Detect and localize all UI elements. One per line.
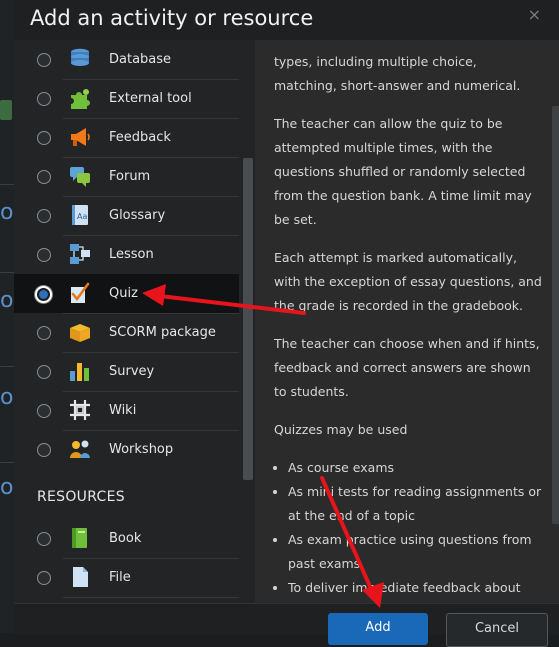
backdrop-divider [0,272,14,273]
feedback-icon [71,128,90,146]
option-label: Database [109,52,172,67]
backdrop-divider [0,462,14,463]
forum-icon [70,167,90,187]
option-label: Lesson [109,247,154,262]
option-workshop[interactable]: Workshop [14,430,246,469]
cancel-button[interactable]: Cancel [446,613,548,647]
option-file[interactable]: File [14,558,246,597]
backdrop-divider [0,184,14,185]
options-list[interactable]: Database External tool Feedback Forum Aa… [14,40,255,603]
survey-icon [70,363,89,381]
workshop-icon [70,440,90,458]
option-label: Survey [109,364,155,379]
help-paragraph: types, including multiple choice, matchi… [274,54,521,93]
book-icon [72,528,87,548]
activity-chooser-dialog: Add an activity or resource × Database E… [14,0,559,647]
radio-button[interactable] [37,404,51,418]
option-label: SCORM package [109,325,216,340]
close-icon[interactable]: × [528,5,541,24]
list-item: As exam practice using questions from pa… [288,528,542,576]
backdrop-text-fragment: op [0,475,14,500]
option-label: File [109,570,131,585]
lesson-icon [70,244,90,264]
database-icon [71,48,89,66]
option-label: Glossary [109,208,166,223]
option-forum[interactable]: Forum [14,157,246,196]
help-use-list: As course exams As mini tests for readin… [274,456,542,600]
radio-button[interactable] [37,131,51,145]
option-book[interactable]: Book [14,519,246,558]
quiz-icon [71,282,90,303]
option-label: Forum [109,169,151,184]
help-scrollbar-thumb[interactable] [552,106,559,524]
help-paragraph: Each attempt is marked automatically, wi… [274,250,542,313]
dialog-footer: Add Cancel [14,603,559,647]
option-external-tool[interactable]: External tool [14,79,246,118]
wiki-icon [70,400,90,420]
radio-button-selected[interactable] [35,286,52,303]
radio-button[interactable] [37,443,51,457]
option-quiz[interactable]: Quiz [14,274,240,313]
option-label: Workshop [109,442,174,457]
option-lesson[interactable]: Lesson [14,235,246,274]
radio-button[interactable] [37,92,51,106]
list-divider [63,597,246,598]
radio-button[interactable] [37,326,51,340]
help-paragraph: The teacher can choose when and if hints… [274,336,540,399]
backdrop-text-fragment: op [0,288,14,313]
radio-button[interactable] [37,170,51,184]
radio-button[interactable] [37,532,51,546]
option-scorm-package[interactable]: SCORM package [14,313,246,352]
radio-button[interactable] [37,365,51,379]
dialog-header: Add an activity or resource × [14,0,559,41]
file-icon [73,567,88,587]
list-item: As course exams [288,456,542,480]
list-item: As mini tests for reading assignments or… [288,480,542,528]
help-paragraph: Quizzes may be used [274,422,408,437]
option-database[interactable]: Database [14,40,246,79]
svg-text:Aa: Aa [77,212,87,221]
option-label: Feedback [109,130,171,145]
option-survey[interactable]: Survey [14,352,246,391]
help-text: types, including multiple choice, matchi… [274,50,542,600]
option-label: Wiki [109,403,137,418]
help-description-pane: types, including multiple choice, matchi… [255,40,559,603]
option-feedback[interactable]: Feedback [14,118,246,157]
option-label: External tool [109,91,192,106]
external-tool-icon [71,89,90,109]
scorm-package-icon [70,324,90,342]
option-glossary[interactable]: Aa Glossary [14,196,246,235]
backdrop-divider [0,366,14,367]
options-scrollbar-thumb[interactable] [243,158,253,480]
help-paragraph: The teacher can allow the quiz to be att… [274,116,532,227]
radio-button[interactable] [37,571,51,585]
glossary-icon: Aa [72,205,88,225]
backdrop-text-fragment: op [0,200,14,225]
option-label: Book [109,531,142,546]
backdrop-activity-icon [0,100,12,120]
backdrop-text-fragment: op [0,385,14,410]
dialog-title: Add an activity or resource [30,6,314,30]
option-label: Quiz [109,286,138,301]
add-button[interactable]: Add [328,613,428,645]
resources-heading: RESOURCES [37,489,125,505]
option-wiki[interactable]: Wiki [14,391,246,430]
list-item: To deliver immediate feedback about [288,576,542,600]
radio-button[interactable] [37,53,51,67]
radio-button[interactable] [37,209,51,223]
radio-button[interactable] [37,248,51,262]
